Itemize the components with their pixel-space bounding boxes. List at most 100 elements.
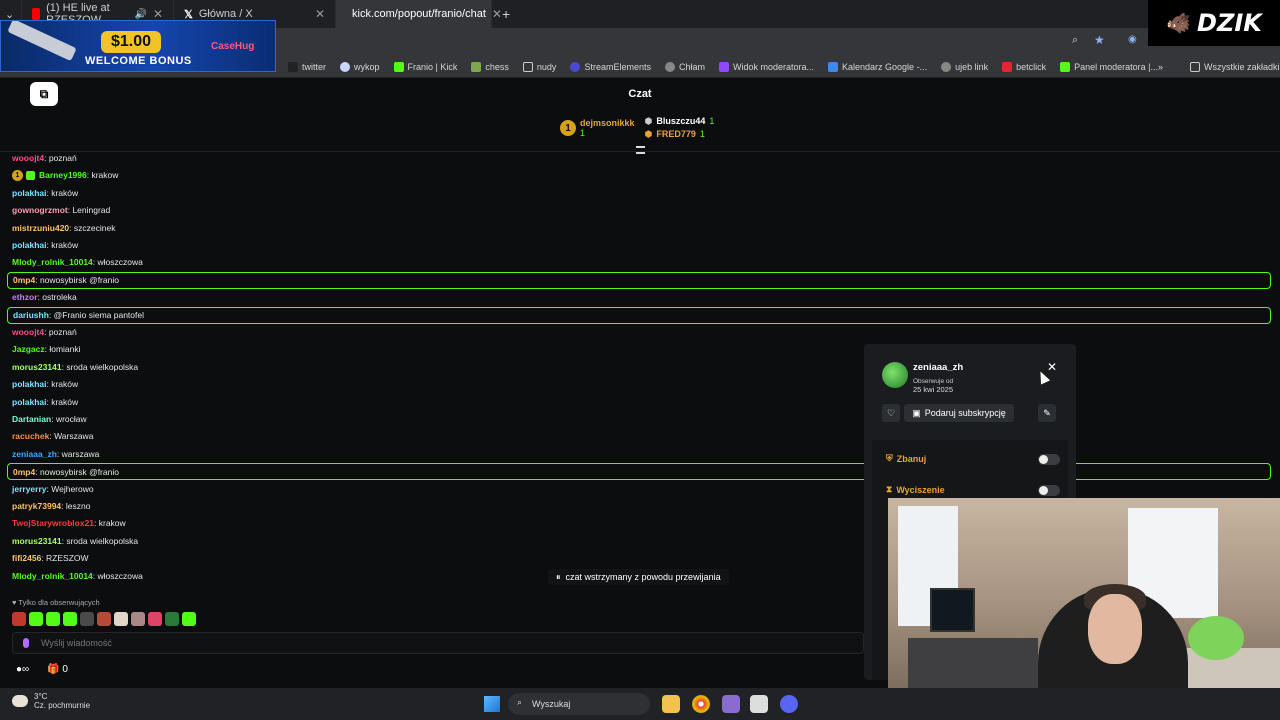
tab-kick-chat[interactable]: kick.com/popout/franio/chat ✕ bbox=[336, 0, 502, 28]
chat-paused-notice[interactable]: ⏸ czat wstrzymany z powodu przewijania bbox=[548, 569, 729, 585]
bookmark-franio-kick[interactable]: Franio | Kick bbox=[393, 61, 457, 72]
emote-icon[interactable] bbox=[131, 612, 145, 626]
chat-message[interactable]: polakhai: kraków bbox=[12, 237, 78, 253]
close-icon[interactable]: ✕ bbox=[315, 7, 325, 21]
emote-icon[interactable] bbox=[63, 612, 77, 626]
chat-message[interactable]: zeniaaa_zh: warszawa bbox=[12, 446, 99, 462]
chat-username[interactable]: dariushh bbox=[13, 310, 49, 320]
chat-message[interactable]: ethzor: ostroleka bbox=[12, 289, 77, 305]
pin-button[interactable]: ✎ bbox=[1038, 404, 1056, 422]
taskbar-search[interactable]: ⌕ Wyszukaj bbox=[508, 693, 650, 715]
bookmark-nudy[interactable]: nudy bbox=[522, 61, 556, 72]
emote-icon[interactable] bbox=[165, 612, 179, 626]
chat-username[interactable]: patryk73994 bbox=[12, 501, 61, 511]
chat-message-highlighted[interactable]: 0mp4: nowosybirsk @franio bbox=[7, 463, 1271, 481]
chat-username[interactable]: polakhai bbox=[12, 188, 46, 198]
bookmark-kalendarz[interactable]: Kalendarz Google -... bbox=[828, 61, 927, 72]
chat-message[interactable]: Jazgacz: łomianki bbox=[12, 341, 81, 357]
chat-username[interactable]: 0mp4 bbox=[13, 467, 35, 477]
gift-sub-button[interactable]: ▣ Podaruj subskrypcję bbox=[904, 404, 1014, 422]
chat-message-input[interactable]: Wyślij wiadomość bbox=[12, 632, 864, 654]
chat-message[interactable]: TwojStarywroblox21: krakow bbox=[12, 515, 126, 531]
chat-username[interactable]: TwojStarywroblox21 bbox=[12, 518, 94, 528]
chat-username[interactable]: zeniaaa_zh bbox=[12, 449, 57, 459]
chat-message[interactable]: wooojt4: poznań bbox=[12, 152, 77, 166]
chat-message[interactable]: morus23141: sroda wielkopolska bbox=[12, 359, 138, 375]
chat-message-highlighted[interactable]: 0mp4: nowosybirsk @franio bbox=[7, 271, 1271, 289]
chat-username[interactable]: polakhai bbox=[12, 240, 46, 250]
chat-message[interactable]: fifi2456: RZESZOW bbox=[12, 550, 89, 566]
chat-username[interactable]: jerryerry bbox=[12, 484, 47, 494]
speaker-icon[interactable]: 🔊 bbox=[134, 9, 146, 20]
emote-icon[interactable] bbox=[80, 612, 94, 626]
discord-icon[interactable] bbox=[780, 695, 798, 713]
top-gifter[interactable]: ⬢ Bluszczu44 1 ⬢ FRED779 1 bbox=[645, 116, 715, 140]
chat-message-highlighted[interactable]: dariushh: @Franio siema pantofel bbox=[7, 306, 1271, 324]
chat-username[interactable]: fifi2456 bbox=[12, 553, 41, 563]
chat-username[interactable]: polakhai bbox=[12, 379, 46, 389]
mute-toggle[interactable] bbox=[1038, 485, 1060, 496]
bookmark-chlam[interactable]: Chłam bbox=[664, 61, 705, 72]
start-icon[interactable] bbox=[484, 696, 500, 712]
chat-username[interactable]: mistrzuniu420 bbox=[12, 223, 69, 233]
emote-icon[interactable] bbox=[148, 612, 162, 626]
chat-message[interactable]: Mlody_rolnik_10014: włoszczowa bbox=[12, 254, 143, 270]
chat-message[interactable]: wooojt4: poznań bbox=[12, 324, 77, 340]
weather-widget[interactable]: 3°C Cz. pochmurnie bbox=[12, 692, 90, 710]
chat-username[interactable]: Barney1996 bbox=[39, 170, 87, 180]
chat-message[interactable]: jerryerry: Wejherowo bbox=[12, 481, 94, 497]
chat-message[interactable]: 1 Barney1996: krakow bbox=[12, 167, 118, 183]
app-icon[interactable] bbox=[722, 695, 740, 713]
emote-icon[interactable] bbox=[29, 612, 43, 626]
new-tab-button[interactable]: + bbox=[492, 0, 520, 28]
chat-username[interactable]: morus23141 bbox=[12, 362, 62, 372]
avatar[interactable] bbox=[882, 362, 908, 388]
bookmark-widok-moderatora[interactable]: Widok moderatora... bbox=[718, 61, 814, 72]
chat-message[interactable]: racuchek: Warszawa bbox=[12, 428, 93, 444]
chat-message[interactable]: mistrzuniu420: szczecinek bbox=[12, 220, 115, 236]
chat-message[interactable]: polakhai: kraków bbox=[12, 394, 78, 410]
bookmark-wykop[interactable]: wykop bbox=[340, 61, 380, 72]
ad-banner[interactable]: $1.00 WELCOME BONUS CaseHug bbox=[0, 20, 276, 72]
chrome-icon[interactable] bbox=[692, 695, 710, 713]
emote-icon[interactable] bbox=[97, 612, 111, 626]
chat-message[interactable]: polakhai: kraków bbox=[12, 185, 78, 201]
chat-username[interactable]: wooojt4 bbox=[12, 327, 44, 337]
app-icon[interactable] bbox=[750, 695, 768, 713]
bookmark-ujeb-link[interactable]: ujeb link bbox=[941, 61, 988, 72]
chat-username[interactable]: polakhai bbox=[12, 397, 46, 407]
user-card-name[interactable]: zeniaaa_zh bbox=[913, 362, 963, 373]
chat-username[interactable]: racuchek bbox=[12, 431, 49, 441]
emote-icon[interactable] bbox=[46, 612, 60, 626]
top-gifter[interactable]: 1 dejmsonikkk 1 bbox=[560, 116, 635, 140]
emote-icon[interactable] bbox=[12, 612, 26, 626]
all-bookmarks[interactable]: Wszystkie zakładki bbox=[1190, 61, 1280, 72]
points-icon[interactable]: ●∞ bbox=[16, 664, 29, 675]
file-explorer-icon[interactable] bbox=[662, 695, 680, 713]
more-bookmarks-icon[interactable]: » bbox=[1158, 62, 1163, 72]
ban-toggle[interactable] bbox=[1038, 454, 1060, 465]
chat-message[interactable]: gownogrzmot: Leningrad bbox=[12, 202, 110, 218]
cast-icon[interactable]: ◉ bbox=[1128, 34, 1137, 45]
chat-username[interactable]: morus23141 bbox=[12, 536, 62, 546]
chat-username[interactable]: gownogrzmot bbox=[12, 205, 68, 215]
chat-message[interactable]: patryk73994: leszno bbox=[12, 498, 90, 514]
follow-button[interactable]: ♡ bbox=[882, 404, 900, 422]
chat-message[interactable]: Dartanian: wrocław bbox=[12, 411, 87, 427]
bookmark-twitter[interactable]: twitter bbox=[288, 61, 326, 72]
chat-username[interactable]: Jazgacz bbox=[12, 344, 45, 354]
bookmark-betclick[interactable]: betclick bbox=[1002, 61, 1046, 72]
gift-icon[interactable]: 🎁 0 bbox=[47, 664, 68, 675]
zoom-icon[interactable]: ⌕ bbox=[1072, 34, 1078, 47]
chat-username[interactable]: wooojt4 bbox=[12, 153, 44, 163]
bookmark-panel-moderatora[interactable]: Panel moderatora |... bbox=[1060, 61, 1158, 72]
chat-username[interactable]: Mlody_rolnik_10014 bbox=[12, 257, 93, 267]
chat-username[interactable]: Mlody_rolnik_10014 bbox=[12, 571, 93, 581]
close-icon[interactable]: ✕ bbox=[1047, 360, 1057, 374]
emote-icon[interactable] bbox=[114, 612, 128, 626]
chat-message[interactable]: morus23141: sroda wielkopolska bbox=[12, 533, 138, 549]
chat-message[interactable]: Mlody_rolnik_10014: włoszczowa bbox=[12, 568, 143, 584]
emote-icon[interactable] bbox=[182, 612, 196, 626]
chat-username[interactable]: 0mp4 bbox=[13, 275, 35, 285]
close-icon[interactable]: ✕ bbox=[153, 7, 163, 21]
